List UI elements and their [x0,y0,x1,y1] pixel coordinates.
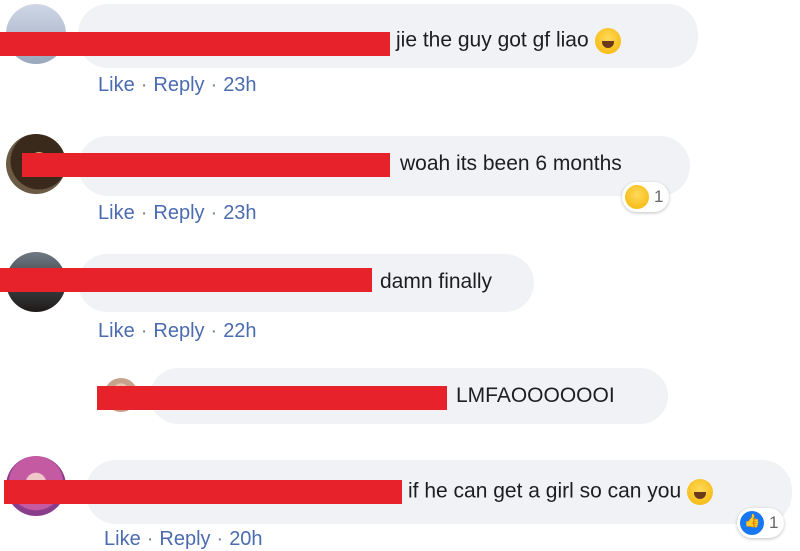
separator: · [140,74,148,96]
comment-actions: Like · Reply · 23h [98,74,257,97]
comment-actions: Like · Reply · 23h [98,202,257,225]
separator: · [140,202,148,224]
like-link[interactable]: Like [104,528,141,550]
separator: · [140,320,148,342]
separator: · [216,528,224,550]
redaction-bar [22,153,390,177]
separator: · [146,528,154,550]
comment-text: if he can get a girl so can you [408,479,714,505]
comment-actions: Like · Reply · 20h [104,528,263,551]
grin-sweat-emoji-icon [594,28,621,54]
like-link[interactable]: Like [98,202,135,224]
timestamp[interactable]: 23h [223,202,256,224]
comment-text: damn finally [380,270,493,293]
reply-link[interactable]: Reply [159,528,210,550]
redaction-bar [0,32,390,56]
reaction-count-number: 1 [769,513,779,532]
separator: · [210,320,218,342]
haha-reaction-icon [625,185,649,209]
timestamp[interactable]: 20h [229,528,262,550]
reaction-count[interactable]: 1 [737,508,785,538]
comment-text: LMFAOOOOOOI [456,384,615,407]
reply-link[interactable]: Reply [153,320,204,342]
timestamp[interactable]: 22h [223,320,256,342]
reply-link[interactable]: Reply [153,202,204,224]
reaction-count[interactable]: 1 [622,182,670,212]
like-link[interactable]: Like [98,320,135,342]
redaction-bar [0,268,372,292]
comment-text: woah its been 6 months [400,152,622,175]
like-link[interactable]: Like [98,74,135,96]
comment-text: jie the guy got gf liao [396,28,621,54]
separator: · [210,202,218,224]
redaction-bar [4,480,402,504]
reply-link[interactable]: Reply [153,74,204,96]
timestamp[interactable]: 23h [223,74,256,96]
redaction-bar [97,386,447,410]
rofl-emoji-icon [687,479,714,505]
separator: · [210,74,218,96]
like-reaction-icon [740,511,764,535]
comment-actions: Like · Reply · 22h [98,320,257,343]
reaction-count-number: 1 [654,187,664,206]
